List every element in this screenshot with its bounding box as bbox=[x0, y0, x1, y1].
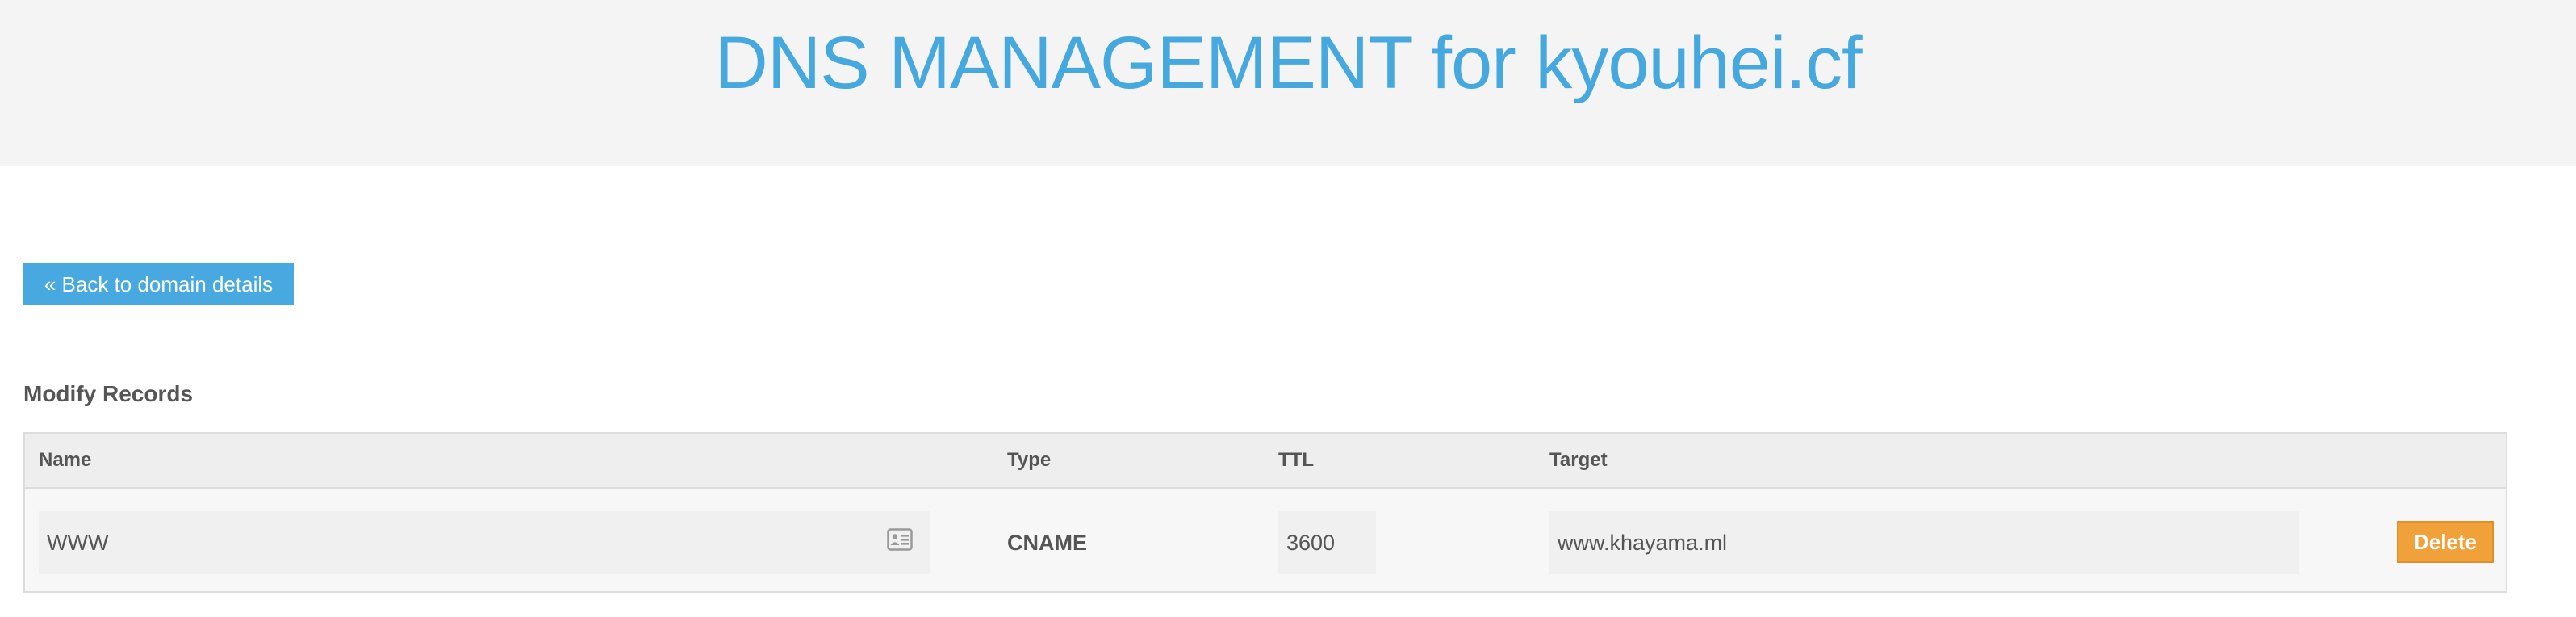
column-header-ttl: TTL bbox=[1278, 449, 1314, 471]
contact-card-icon bbox=[887, 528, 913, 551]
record-type: CNAME bbox=[1007, 531, 1087, 555]
page-title: DNS MANAGEMENT for kyouhei.cf bbox=[714, 22, 1862, 104]
records-table: Name Type TTL Target CNAME Delete bbox=[23, 432, 2507, 593]
delete-record-button[interactable]: Delete bbox=[2397, 521, 2494, 563]
record-target-input[interactable] bbox=[1549, 511, 2299, 574]
column-header-name: Name bbox=[39, 449, 92, 471]
column-header-type: Type bbox=[1007, 449, 1052, 471]
records-table-header: Name Type TTL Target bbox=[25, 434, 2506, 489]
back-to-domain-details-button[interactable]: « Back to domain details bbox=[23, 263, 294, 305]
modify-records-heading: Modify Records bbox=[23, 381, 194, 406]
page-header: DNS MANAGEMENT for kyouhei.cf bbox=[0, 0, 2576, 166]
column-header-target: Target bbox=[1549, 449, 1608, 471]
record-name-input[interactable] bbox=[39, 511, 930, 574]
record-ttl-input[interactable] bbox=[1278, 511, 1376, 574]
